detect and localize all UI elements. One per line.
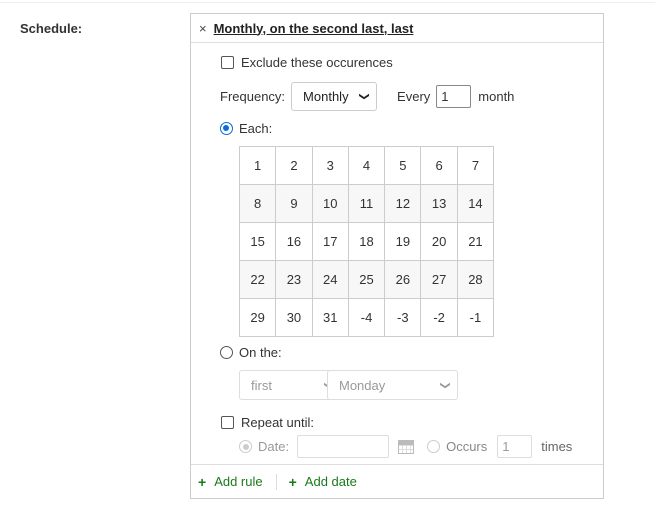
exclude-checkbox[interactable] (221, 56, 234, 69)
day-cell[interactable]: 1 (238, 146, 277, 185)
repeat-until-label: Repeat until: (241, 415, 314, 430)
exclude-row: Exclude these occurences (221, 55, 393, 70)
day-cell[interactable]: 13 (420, 184, 458, 223)
day-cell[interactable]: 4 (347, 146, 386, 185)
exclude-label: Exclude these occurences (241, 55, 393, 70)
footer-separator (275, 473, 277, 490)
repeat-until-row: Repeat until: (221, 415, 314, 430)
day-cell[interactable]: 11 (347, 184, 386, 223)
day-cell[interactable]: 5 (384, 146, 422, 185)
day-grid: 1 2 3 4 5 6 7 8 9 10 11 12 13 14 15 16 17 18 19 20 21 22 23 24 2… (238, 146, 495, 337)
on-the-radio[interactable] (220, 346, 233, 359)
day-cell[interactable]: 28 (456, 260, 495, 299)
day-cell[interactable]: 6 (420, 146, 458, 185)
occurs-value: 1 (502, 439, 510, 454)
day-cell[interactable]: 21 (456, 222, 495, 261)
day-cell[interactable]: 23 (275, 260, 313, 299)
occurs-input[interactable]: 1 (497, 435, 533, 458)
day-cell[interactable]: 12 (384, 184, 422, 223)
day-cell[interactable]: 26 (384, 260, 422, 299)
rule-title-link[interactable]: Monthly, on the second last, last (214, 21, 414, 36)
day-grid-row: 1234567 (238, 146, 495, 185)
day-cell[interactable]: 27 (420, 260, 458, 299)
repeat-options-row: Date: Occurs 1 times (239, 435, 572, 458)
day-grid-row: 8 9 10 11 12 13 14 (238, 184, 495, 223)
day-cell[interactable]: 15 (238, 222, 277, 261)
every-label: Every (397, 89, 431, 104)
weekday-value: Monday (339, 377, 386, 393)
day-cell[interactable]: 30 (275, 298, 313, 337)
day-cell[interactable]: 19 (384, 222, 422, 261)
day-cell[interactable]: 8 (238, 184, 277, 223)
day-cell[interactable]: 25 (347, 260, 386, 299)
every-input[interactable]: 1 (436, 85, 472, 108)
day-cell[interactable]: 3 (311, 146, 349, 185)
add-date-button[interactable]: + Add date (289, 474, 357, 490)
day-cell[interactable]: 18 (347, 222, 386, 261)
day-cell[interactable]: 17 (311, 222, 349, 261)
on-the-row: On the: (220, 345, 282, 360)
date-radio[interactable] (239, 440, 252, 453)
times-label: times (541, 439, 573, 454)
plus-icon: + (288, 473, 297, 490)
unit-label: month (478, 89, 515, 104)
day-cell[interactable]: -4 (347, 298, 386, 337)
day-cell[interactable]: 31 (311, 298, 349, 337)
day-grid-row: 22 23 24 25 26 27 28 (238, 260, 495, 299)
day-cell[interactable]: 7 (456, 146, 495, 185)
day-cell[interactable]: 20 (420, 222, 458, 261)
occurs-radio[interactable] (427, 440, 441, 453)
occurs-label: Occurs (446, 439, 488, 454)
frequency-value: Monthly (303, 89, 349, 104)
calendar-icon[interactable] (398, 439, 415, 454)
weekday-select[interactable]: Monday ❯ (327, 370, 458, 400)
day-cell[interactable]: 24 (311, 260, 349, 299)
chevron-down-icon: ❯ (358, 92, 370, 101)
widget-footer: + Add rule + Add date (191, 464, 603, 498)
day-grid-row: 29 30 31 -4 -3 -2 -1 (238, 298, 495, 337)
day-cell[interactable]: 10 (311, 184, 349, 223)
day-cell[interactable]: 29 (238, 298, 277, 337)
day-grid-row: 15 16 17 18 19 20 21 (238, 222, 495, 261)
date-label: Date: (258, 439, 290, 454)
day-cell[interactable]: -1 (456, 298, 495, 337)
repeat-until-checkbox[interactable] (221, 416, 234, 429)
add-rule-label: Add rule (214, 474, 263, 489)
each-label: Each: (239, 121, 273, 136)
top-divider (0, 2, 655, 3)
position-value: first (251, 377, 272, 393)
frequency-label: Frequency: (220, 89, 286, 104)
frequency-select[interactable]: Monthly ❯ (291, 82, 378, 111)
day-cell[interactable]: -2 (420, 298, 458, 337)
add-date-label: Add date (304, 474, 357, 489)
day-cell[interactable]: 14 (456, 184, 495, 223)
rule-header: × Monthly, on the second last, last (191, 14, 603, 43)
day-cell[interactable]: 22 (238, 260, 277, 299)
day-cell[interactable]: 2 (275, 146, 313, 185)
day-cell[interactable]: 16 (275, 222, 313, 261)
frequency-row: Frequency: Monthly ❯ Every 1 month (220, 82, 514, 111)
day-cell[interactable]: -3 (384, 298, 422, 337)
add-rule-button[interactable]: + Add rule (198, 474, 263, 490)
on-the-label: On the: (239, 345, 282, 360)
each-radio[interactable] (220, 122, 233, 135)
chevron-down-icon: ❯ (439, 380, 451, 390)
day-cell[interactable]: 9 (275, 184, 313, 223)
remove-rule-icon[interactable]: × (199, 21, 207, 36)
schedule-label: Schedule: (20, 21, 83, 36)
every-value: 1 (441, 89, 449, 104)
plus-icon: + (198, 473, 207, 490)
date-input[interactable] (297, 435, 390, 458)
recurrence-widget: × Monthly, on the second last, last Excl… (190, 13, 604, 499)
each-row: Each: (220, 121, 272, 136)
